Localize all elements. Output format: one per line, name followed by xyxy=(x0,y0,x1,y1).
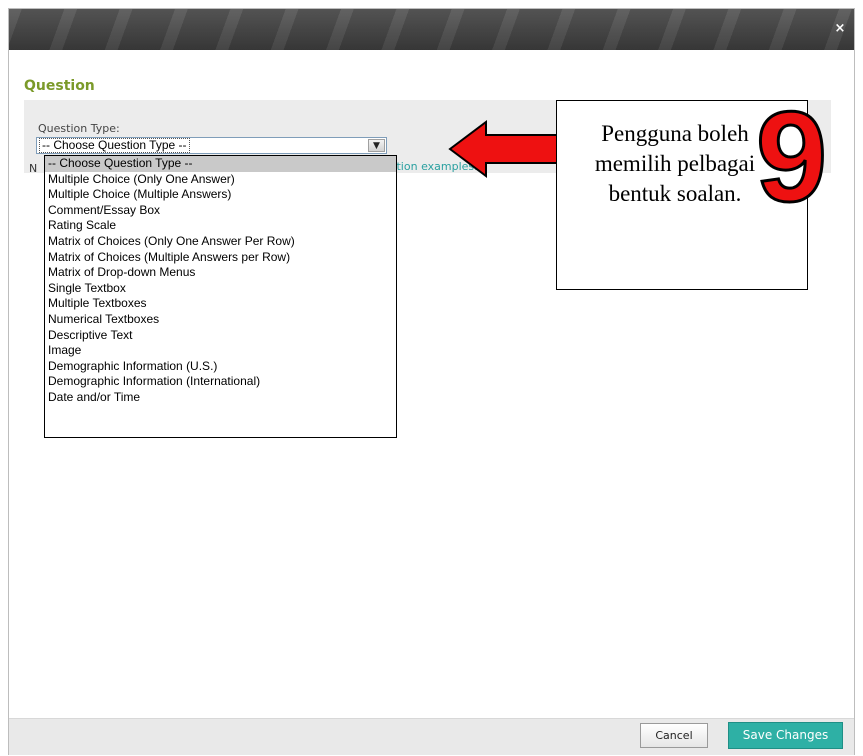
dropdown-option[interactable]: Multiple Choice (Multiple Answers) xyxy=(45,187,396,203)
red-arrow-annotation xyxy=(448,120,569,178)
question-type-dropdown-list: -- Choose Question Type -- Multiple Choic… xyxy=(44,155,397,438)
section-title: Question xyxy=(24,78,95,94)
dropdown-option[interactable]: Demographic Information (International) xyxy=(45,374,396,390)
save-changes-button[interactable]: Save Changes xyxy=(728,722,843,749)
note-text-fragment: N xyxy=(29,162,38,175)
dropdown-option[interactable]: Rating Scale xyxy=(45,218,396,234)
step-number-badge: 9 xyxy=(754,86,828,229)
dropdown-option[interactable]: Matrix of Choices (Only One Answer Per R… xyxy=(45,234,396,250)
dropdown-option[interactable]: -- Choose Question Type -- xyxy=(45,156,396,172)
dialog-titlebar: × xyxy=(9,9,854,50)
question-type-label: Question Type: xyxy=(38,122,120,135)
question-type-select[interactable]: -- Choose Question Type -- ▼ xyxy=(36,137,387,154)
dropdown-option[interactable]: Demographic Information (U.S.) xyxy=(45,359,396,375)
dropdown-option[interactable]: Single Textbox xyxy=(45,281,396,297)
dropdown-option[interactable]: Date and/or Time xyxy=(45,390,396,406)
dropdown-option[interactable]: Comment/Essay Box xyxy=(45,203,396,219)
dropdown-option[interactable]: Multiple Choice (Only One Answer) xyxy=(45,172,396,188)
dropdown-option[interactable]: Image xyxy=(45,343,396,359)
callout-text: Pengguna boleh memilih pelbagai bentuk s… xyxy=(594,121,756,206)
dropdown-option[interactable]: Matrix of Drop-down Menus xyxy=(45,265,396,281)
select-current-value: -- Choose Question Type -- xyxy=(39,138,190,153)
chevron-down-icon[interactable]: ▼ xyxy=(368,139,385,152)
dropdown-option[interactable]: Matrix of Choices (Multiple Answers per … xyxy=(45,250,396,266)
dropdown-option[interactable]: Descriptive Text xyxy=(45,328,396,344)
dropdown-option[interactable]: Multiple Textboxes xyxy=(45,296,396,312)
cancel-button[interactable]: Cancel xyxy=(640,723,708,748)
close-icon[interactable]: × xyxy=(832,21,848,37)
dropdown-option[interactable]: Numerical Textboxes xyxy=(45,312,396,328)
